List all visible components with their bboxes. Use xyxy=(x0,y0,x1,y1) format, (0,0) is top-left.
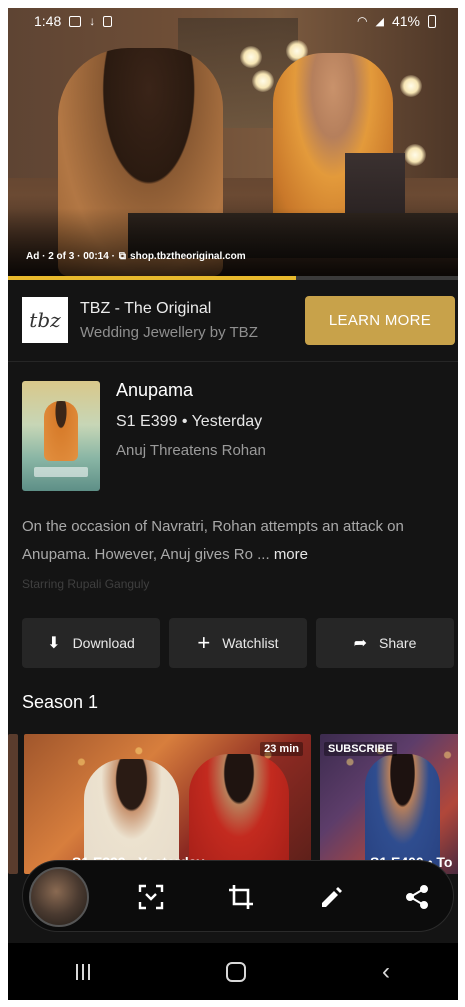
status-bar: 1:48 ↓ ◠ ◢ 41% xyxy=(8,8,458,34)
video-player[interactable]: 1:48 ↓ ◠ ◢ 41% Ad · 2 of 3 · 00:14 · ⧉ s… xyxy=(8,8,458,276)
video-shade xyxy=(8,208,458,276)
tbz-logo: tbz xyxy=(22,297,68,343)
description-text: On the occasion of Navratri, Rohan attem… xyxy=(22,518,404,563)
poster-figure xyxy=(44,401,78,461)
watchlist-button[interactable]: + Watchlist xyxy=(169,618,307,668)
ad-subtitle: Wedding Jewellery by TBZ xyxy=(80,324,258,341)
home-icon[interactable] xyxy=(226,961,246,982)
season-title: Season 1 xyxy=(22,692,99,712)
episode-thumbnail[interactable]: 23 min S1 E399 • Yesterday xyxy=(24,734,311,874)
download-notification-icon: ↓ xyxy=(89,14,96,28)
ad-url[interactable]: shop.tbztheoriginal.com xyxy=(130,251,246,262)
wifi-icon: ◠ xyxy=(357,14,368,28)
light-bulb xyxy=(400,75,422,97)
plus-icon: + xyxy=(197,630,211,655)
episode-thumbnail[interactable]: SUBSCRIBE S1 E400 • To xyxy=(320,734,458,874)
divider xyxy=(8,361,458,362)
signal-icon: ◢ xyxy=(375,15,384,28)
subscribe-badge: SUBSCRIBE xyxy=(324,742,397,756)
share-arrow-icon: ➦ xyxy=(353,635,368,652)
more-link[interactable]: more xyxy=(274,546,308,563)
learn-more-button[interactable]: LEARN MORE xyxy=(305,296,455,345)
screenshot-toolbar xyxy=(22,860,454,932)
show-title: Anupama xyxy=(116,380,194,400)
recents-icon[interactable] xyxy=(76,963,90,980)
ad-info[interactable]: Ad · 2 of 3 · 00:14 · ⧉ shop.tbztheorigi… xyxy=(26,251,246,262)
share-button[interactable]: ➦ Share xyxy=(316,618,454,668)
screenshot-preview[interactable] xyxy=(29,867,89,927)
battery-icon xyxy=(428,14,436,28)
status-time: 1:48 xyxy=(34,13,62,29)
light-bulb xyxy=(252,70,274,92)
share-label: Share xyxy=(379,635,417,651)
crop-icon[interactable] xyxy=(219,875,263,919)
phone-screen: 1:48 ↓ ◠ ◢ 41% Ad · 2 of 3 · 00:14 · ⧉ s… xyxy=(8,8,458,1000)
ad-label: Ad · 2 of 3 · 00:14 · xyxy=(26,251,115,262)
download-button[interactable]: ⬇ Download xyxy=(22,618,160,668)
show-description: On the occasion of Navratri, Rohan attem… xyxy=(22,513,452,569)
ad-banner[interactable]: tbz TBZ - The Original Wedding Jewellery… xyxy=(8,280,458,360)
app-notification-icon xyxy=(103,15,113,27)
battery-percent: 41% xyxy=(391,13,420,29)
scroll-capture-icon[interactable] xyxy=(129,875,173,919)
download-label: Download xyxy=(72,635,135,651)
status-right: ◠ ◢ 41% xyxy=(357,13,436,29)
duration-badge: 23 min xyxy=(260,742,303,756)
back-icon[interactable]: ‹ xyxy=(382,958,390,986)
watchlist-label: Watchlist xyxy=(222,635,279,651)
episode-title: Anuj Threatens Rohan xyxy=(116,442,266,459)
download-icon: ⬇ xyxy=(47,635,61,652)
light-bulb xyxy=(404,144,426,166)
share-icon[interactable] xyxy=(395,875,439,919)
show-poster[interactable] xyxy=(22,381,100,491)
status-left: 1:48 ↓ xyxy=(34,13,113,29)
gallery-notification-icon xyxy=(69,15,82,27)
starring-text: Starring Rupali Ganguly xyxy=(22,577,150,591)
light-bulb xyxy=(240,46,262,68)
poster-logo xyxy=(34,467,88,477)
pencil-icon[interactable] xyxy=(309,875,353,919)
navigation-bar: ‹ xyxy=(8,943,458,1000)
action-buttons: ⬇ Download + Watchlist ➦ Share xyxy=(22,618,454,668)
episode-line: S1 E399 • Yesterday xyxy=(116,413,263,430)
external-link-icon: ⧉ xyxy=(118,251,127,262)
ad-title: TBZ - The Original xyxy=(80,300,212,317)
episode-thumbnail-prev[interactable] xyxy=(8,734,18,874)
